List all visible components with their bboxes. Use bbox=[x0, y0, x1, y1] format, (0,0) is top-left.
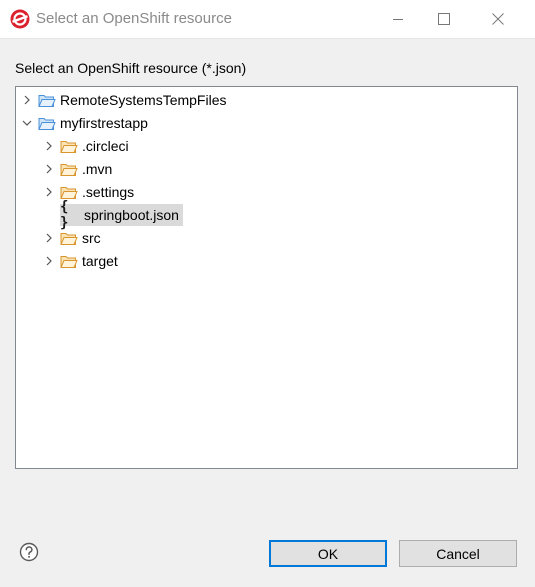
tree-item-label: src bbox=[82, 230, 101, 246]
tree-item-label: .settings bbox=[82, 184, 135, 200]
tree-item-myfirstrestapp[interactable]: myfirstrestapp bbox=[20, 112, 148, 134]
folder-icon bbox=[60, 253, 78, 269]
chevron-right-icon[interactable] bbox=[42, 231, 56, 245]
cancel-button[interactable]: Cancel bbox=[399, 540, 517, 567]
chevron-right-icon[interactable] bbox=[42, 185, 56, 199]
folder-icon bbox=[60, 161, 78, 177]
tree-item-label: .mvn bbox=[82, 161, 113, 177]
project-folder-icon bbox=[38, 115, 56, 131]
folder-icon bbox=[60, 230, 78, 246]
folder-icon bbox=[60, 184, 78, 200]
close-icon bbox=[492, 13, 504, 25]
maximize-icon bbox=[438, 13, 450, 25]
openshift-app-icon bbox=[10, 9, 30, 29]
json-file-icon: { } bbox=[60, 199, 68, 231]
tree-item-settings[interactable]: .settings bbox=[42, 181, 134, 203]
minimize-icon bbox=[393, 19, 403, 20]
tree-item-remotesystemstempfiles[interactable]: RemoteSystemsTempFiles bbox=[20, 89, 227, 111]
tree-item-selection[interactable]: { } springboot.json bbox=[60, 199, 183, 231]
tree-item-src[interactable]: src bbox=[42, 227, 101, 249]
tree-item-label: myfirstrestapp bbox=[60, 115, 148, 131]
ok-button[interactable]: OK bbox=[269, 540, 387, 567]
chevron-right-icon[interactable] bbox=[42, 162, 56, 176]
project-folder-icon bbox=[38, 92, 56, 108]
tree-item-target[interactable]: target bbox=[42, 250, 118, 272]
close-button[interactable] bbox=[475, 0, 521, 38]
tree-item-mvn[interactable]: .mvn bbox=[42, 158, 112, 180]
chevron-right-icon[interactable] bbox=[42, 254, 56, 268]
tree-item-label: target bbox=[82, 253, 118, 269]
tree-item-springboot-json[interactable]: { } springboot.json bbox=[60, 199, 183, 231]
minimize-button[interactable] bbox=[375, 0, 421, 38]
folder-icon bbox=[60, 138, 78, 154]
chevron-right-icon[interactable] bbox=[42, 139, 56, 153]
tree-item-label: .circleci bbox=[82, 138, 129, 154]
window-title: Select an OpenShift resource bbox=[36, 10, 232, 27]
maximize-button[interactable] bbox=[421, 0, 467, 38]
chevron-right-icon[interactable] bbox=[20, 93, 34, 107]
tree-item-circleci[interactable]: .circleci bbox=[42, 135, 129, 157]
resource-tree[interactable]: RemoteSystemsTempFiles myfirstrestapp .c… bbox=[15, 86, 518, 469]
title-bar: Select an OpenShift resource bbox=[0, 0, 535, 39]
dialog-prompt: Select an OpenShift resource (*.json) bbox=[15, 60, 247, 76]
chevron-down-icon[interactable] bbox=[20, 116, 34, 130]
help-icon[interactable] bbox=[19, 542, 39, 562]
tree-item-label: RemoteSystemsTempFiles bbox=[60, 92, 227, 108]
tree-item-label: springboot.json bbox=[84, 207, 179, 223]
